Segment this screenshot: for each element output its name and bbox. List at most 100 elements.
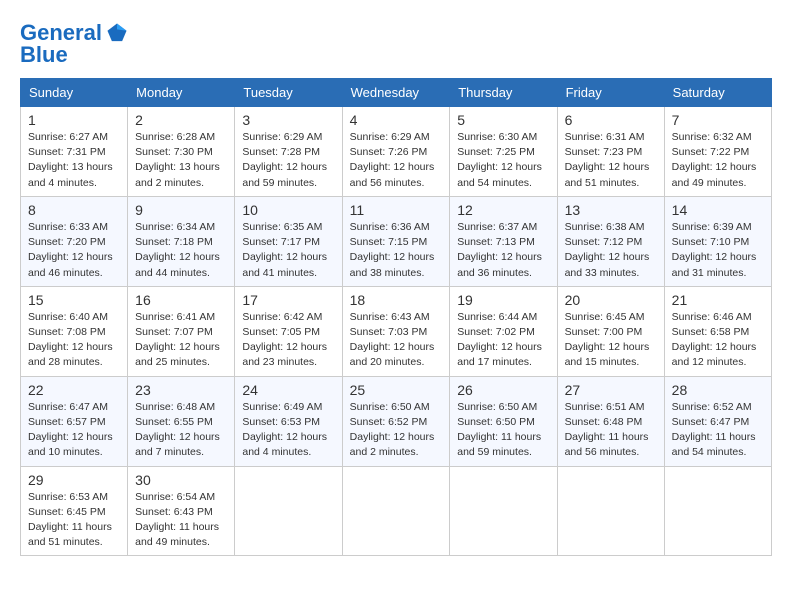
calendar-cell xyxy=(235,466,342,556)
calendar-week-row: 1 Sunrise: 6:27 AM Sunset: 7:31 PM Dayli… xyxy=(21,107,772,197)
day-number: 24 xyxy=(242,382,334,398)
day-number: 26 xyxy=(457,382,549,398)
day-number: 1 xyxy=(28,112,120,128)
calendar-week-row: 29 Sunrise: 6:53 AM Sunset: 6:45 PM Dayl… xyxy=(21,466,772,556)
logo-blue-text: Blue xyxy=(20,42,68,68)
logo-bird-icon xyxy=(106,22,128,44)
day-detail: Sunrise: 6:50 AM Sunset: 6:52 PM Dayligh… xyxy=(350,400,443,461)
calendar-cell xyxy=(450,466,557,556)
day-detail: Sunrise: 6:33 AM Sunset: 7:20 PM Dayligh… xyxy=(28,220,120,281)
calendar-cell xyxy=(557,466,664,556)
day-number: 7 xyxy=(672,112,764,128)
day-detail: Sunrise: 6:40 AM Sunset: 7:08 PM Dayligh… xyxy=(28,310,120,371)
day-detail: Sunrise: 6:44 AM Sunset: 7:02 PM Dayligh… xyxy=(457,310,549,371)
calendar-week-row: 22 Sunrise: 6:47 AM Sunset: 6:57 PM Dayl… xyxy=(21,376,772,466)
day-detail: Sunrise: 6:34 AM Sunset: 7:18 PM Dayligh… xyxy=(135,220,227,281)
day-detail: Sunrise: 6:35 AM Sunset: 7:17 PM Dayligh… xyxy=(242,220,334,281)
calendar-cell: 7 Sunrise: 6:32 AM Sunset: 7:22 PM Dayli… xyxy=(664,107,771,197)
calendar-cell: 9 Sunrise: 6:34 AM Sunset: 7:18 PM Dayli… xyxy=(128,196,235,286)
calendar-cell: 30 Sunrise: 6:54 AM Sunset: 6:43 PM Dayl… xyxy=(128,466,235,556)
day-number: 30 xyxy=(135,472,227,488)
calendar-header-row: SundayMondayTuesdayWednesdayThursdayFrid… xyxy=(21,79,772,107)
day-number: 6 xyxy=(565,112,657,128)
day-number: 21 xyxy=(672,292,764,308)
calendar-cell: 11 Sunrise: 6:36 AM Sunset: 7:15 PM Dayl… xyxy=(342,196,450,286)
day-header-saturday: Saturday xyxy=(664,79,771,107)
calendar-cell: 28 Sunrise: 6:52 AM Sunset: 6:47 PM Dayl… xyxy=(664,376,771,466)
day-detail: Sunrise: 6:41 AM Sunset: 7:07 PM Dayligh… xyxy=(135,310,227,371)
calendar-cell: 27 Sunrise: 6:51 AM Sunset: 6:48 PM Dayl… xyxy=(557,376,664,466)
calendar-cell: 23 Sunrise: 6:48 AM Sunset: 6:55 PM Dayl… xyxy=(128,376,235,466)
day-number: 20 xyxy=(565,292,657,308)
calendar-cell xyxy=(664,466,771,556)
day-number: 8 xyxy=(28,202,120,218)
day-detail: Sunrise: 6:47 AM Sunset: 6:57 PM Dayligh… xyxy=(28,400,120,461)
calendar-cell: 10 Sunrise: 6:35 AM Sunset: 7:17 PM Dayl… xyxy=(235,196,342,286)
day-detail: Sunrise: 6:52 AM Sunset: 6:47 PM Dayligh… xyxy=(672,400,764,461)
calendar-cell: 15 Sunrise: 6:40 AM Sunset: 7:08 PM Dayl… xyxy=(21,286,128,376)
day-detail: Sunrise: 6:30 AM Sunset: 7:25 PM Dayligh… xyxy=(457,130,549,191)
calendar-cell: 1 Sunrise: 6:27 AM Sunset: 7:31 PM Dayli… xyxy=(21,107,128,197)
day-number: 17 xyxy=(242,292,334,308)
day-detail: Sunrise: 6:51 AM Sunset: 6:48 PM Dayligh… xyxy=(565,400,657,461)
day-header-thursday: Thursday xyxy=(450,79,557,107)
calendar-week-row: 15 Sunrise: 6:40 AM Sunset: 7:08 PM Dayl… xyxy=(21,286,772,376)
calendar-cell: 14 Sunrise: 6:39 AM Sunset: 7:10 PM Dayl… xyxy=(664,196,771,286)
day-number: 12 xyxy=(457,202,549,218)
day-number: 9 xyxy=(135,202,227,218)
day-number: 27 xyxy=(565,382,657,398)
calendar-cell: 21 Sunrise: 6:46 AM Sunset: 6:58 PM Dayl… xyxy=(664,286,771,376)
calendar-cell: 19 Sunrise: 6:44 AM Sunset: 7:02 PM Dayl… xyxy=(450,286,557,376)
day-number: 3 xyxy=(242,112,334,128)
day-number: 29 xyxy=(28,472,120,488)
calendar-cell: 25 Sunrise: 6:50 AM Sunset: 6:52 PM Dayl… xyxy=(342,376,450,466)
calendar-cell: 18 Sunrise: 6:43 AM Sunset: 7:03 PM Dayl… xyxy=(342,286,450,376)
day-detail: Sunrise: 6:49 AM Sunset: 6:53 PM Dayligh… xyxy=(242,400,334,461)
day-number: 14 xyxy=(672,202,764,218)
day-number: 4 xyxy=(350,112,443,128)
day-detail: Sunrise: 6:43 AM Sunset: 7:03 PM Dayligh… xyxy=(350,310,443,371)
day-number: 5 xyxy=(457,112,549,128)
day-header-sunday: Sunday xyxy=(21,79,128,107)
day-detail: Sunrise: 6:27 AM Sunset: 7:31 PM Dayligh… xyxy=(28,130,120,191)
day-number: 18 xyxy=(350,292,443,308)
calendar-cell: 4 Sunrise: 6:29 AM Sunset: 7:26 PM Dayli… xyxy=(342,107,450,197)
day-header-friday: Friday xyxy=(557,79,664,107)
calendar-cell: 20 Sunrise: 6:45 AM Sunset: 7:00 PM Dayl… xyxy=(557,286,664,376)
day-detail: Sunrise: 6:48 AM Sunset: 6:55 PM Dayligh… xyxy=(135,400,227,461)
calendar-cell: 24 Sunrise: 6:49 AM Sunset: 6:53 PM Dayl… xyxy=(235,376,342,466)
day-number: 16 xyxy=(135,292,227,308)
day-number: 19 xyxy=(457,292,549,308)
day-detail: Sunrise: 6:28 AM Sunset: 7:30 PM Dayligh… xyxy=(135,130,227,191)
day-number: 2 xyxy=(135,112,227,128)
day-detail: Sunrise: 6:46 AM Sunset: 6:58 PM Dayligh… xyxy=(672,310,764,371)
day-number: 13 xyxy=(565,202,657,218)
day-header-monday: Monday xyxy=(128,79,235,107)
page-header: General Blue xyxy=(20,20,772,68)
calendar-table: SundayMondayTuesdayWednesdayThursdayFrid… xyxy=(20,78,772,556)
day-number: 23 xyxy=(135,382,227,398)
day-number: 22 xyxy=(28,382,120,398)
day-number: 25 xyxy=(350,382,443,398)
day-detail: Sunrise: 6:29 AM Sunset: 7:26 PM Dayligh… xyxy=(350,130,443,191)
calendar-cell: 26 Sunrise: 6:50 AM Sunset: 6:50 PM Dayl… xyxy=(450,376,557,466)
calendar-cell: 8 Sunrise: 6:33 AM Sunset: 7:20 PM Dayli… xyxy=(21,196,128,286)
day-header-tuesday: Tuesday xyxy=(235,79,342,107)
calendar-cell xyxy=(342,466,450,556)
calendar-cell: 12 Sunrise: 6:37 AM Sunset: 7:13 PM Dayl… xyxy=(450,196,557,286)
day-detail: Sunrise: 6:38 AM Sunset: 7:12 PM Dayligh… xyxy=(565,220,657,281)
day-detail: Sunrise: 6:39 AM Sunset: 7:10 PM Dayligh… xyxy=(672,220,764,281)
day-detail: Sunrise: 6:37 AM Sunset: 7:13 PM Dayligh… xyxy=(457,220,549,281)
day-detail: Sunrise: 6:53 AM Sunset: 6:45 PM Dayligh… xyxy=(28,490,120,551)
day-detail: Sunrise: 6:32 AM Sunset: 7:22 PM Dayligh… xyxy=(672,130,764,191)
calendar-cell: 17 Sunrise: 6:42 AM Sunset: 7:05 PM Dayl… xyxy=(235,286,342,376)
day-number: 11 xyxy=(350,202,443,218)
calendar-week-row: 8 Sunrise: 6:33 AM Sunset: 7:20 PM Dayli… xyxy=(21,196,772,286)
calendar-cell: 6 Sunrise: 6:31 AM Sunset: 7:23 PM Dayli… xyxy=(557,107,664,197)
calendar-cell: 2 Sunrise: 6:28 AM Sunset: 7:30 PM Dayli… xyxy=(128,107,235,197)
calendar-cell: 16 Sunrise: 6:41 AM Sunset: 7:07 PM Dayl… xyxy=(128,286,235,376)
day-number: 28 xyxy=(672,382,764,398)
calendar-cell: 3 Sunrise: 6:29 AM Sunset: 7:28 PM Dayli… xyxy=(235,107,342,197)
calendar-cell: 13 Sunrise: 6:38 AM Sunset: 7:12 PM Dayl… xyxy=(557,196,664,286)
calendar-cell: 29 Sunrise: 6:53 AM Sunset: 6:45 PM Dayl… xyxy=(21,466,128,556)
